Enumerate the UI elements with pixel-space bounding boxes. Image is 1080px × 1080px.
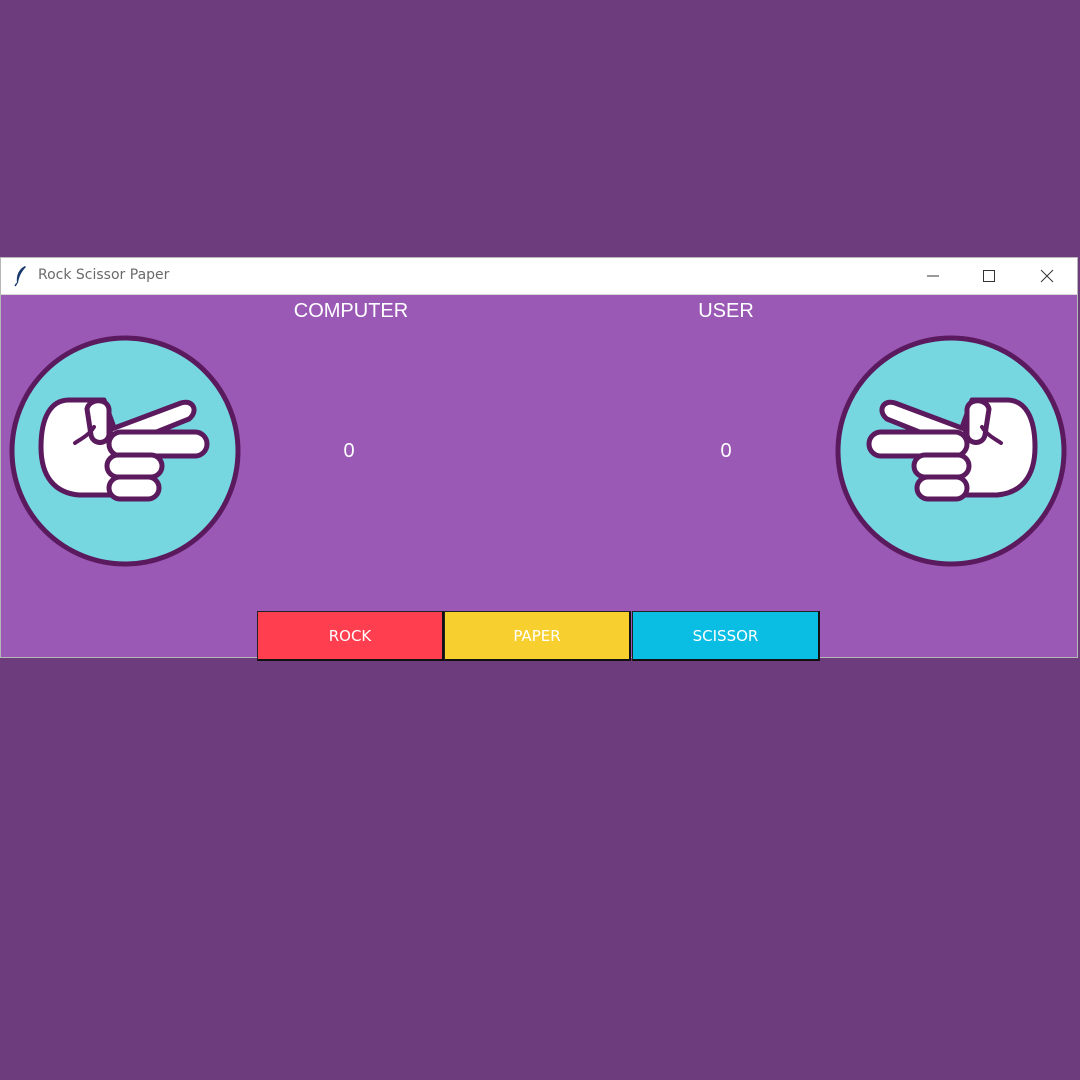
user-label: USER	[698, 300, 754, 322]
minimize-icon	[927, 275, 939, 277]
rock-button[interactable]: ROCK	[257, 611, 444, 661]
minimize-button[interactable]	[905, 258, 961, 294]
computer-scissor-hand-icon	[9, 335, 241, 567]
maximize-icon	[983, 270, 995, 282]
title-bar[interactable]: Rock Scissor Paper	[1, 258, 1077, 295]
close-button[interactable]	[1019, 258, 1075, 294]
close-icon	[1040, 269, 1054, 283]
paper-button[interactable]: PAPER	[444, 611, 631, 661]
window-title: Rock Scissor Paper	[38, 267, 170, 283]
game-window: Rock Scissor Paper COMPUTER USER 0 0 ROC…	[1, 258, 1077, 661]
game-area: COMPUTER USER 0 0 ROCK PAPER SCISSOR	[1, 294, 1077, 661]
feather-icon	[14, 266, 26, 287]
computer-score: 0	[343, 440, 355, 462]
user-scissor-hand-icon	[835, 335, 1067, 567]
user-score: 0	[720, 440, 732, 462]
computer-label: COMPUTER	[293, 300, 409, 322]
scissor-button[interactable]: SCISSOR	[632, 611, 820, 661]
maximize-button[interactable]	[961, 258, 1017, 294]
